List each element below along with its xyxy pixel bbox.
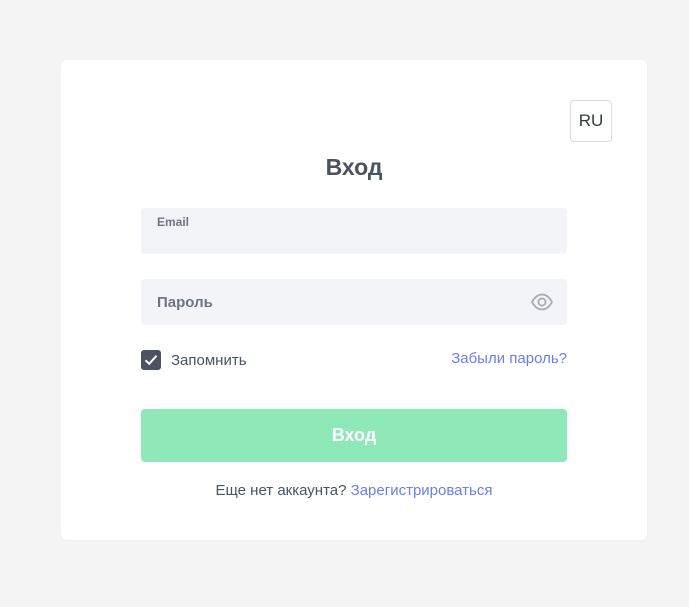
language-label: RU: [578, 111, 604, 130]
eye-icon[interactable]: [530, 293, 554, 311]
password-field[interactable]: [141, 279, 567, 325]
login-button[interactable]: Вход: [141, 409, 567, 462]
eye-icon-svg: [530, 293, 554, 311]
language-switch-button[interactable]: RU: [570, 100, 612, 142]
remember-me-label: Запомнить: [171, 351, 247, 369]
page-title: Вход: [325, 154, 383, 180]
checkbox-box[interactable]: [141, 350, 161, 370]
email-input[interactable]: [157, 226, 517, 250]
login-card: RU Вход Email Запомнить Забыли пароль? В…: [61, 60, 647, 540]
no-account-text: Еще нет аккаунта?: [215, 482, 347, 499]
forgot-password-link[interactable]: Забыли пароль?: [451, 350, 567, 367]
checkmark-icon: [144, 355, 158, 366]
password-input[interactable]: [157, 290, 517, 314]
remember-me-checkbox[interactable]: Запомнить: [141, 350, 247, 370]
email-field[interactable]: Email: [141, 208, 567, 254]
register-link[interactable]: Зарегистрироваться: [351, 482, 493, 499]
register-prompt: Еще нет аккаунта? Зарегистрироваться: [61, 482, 647, 499]
